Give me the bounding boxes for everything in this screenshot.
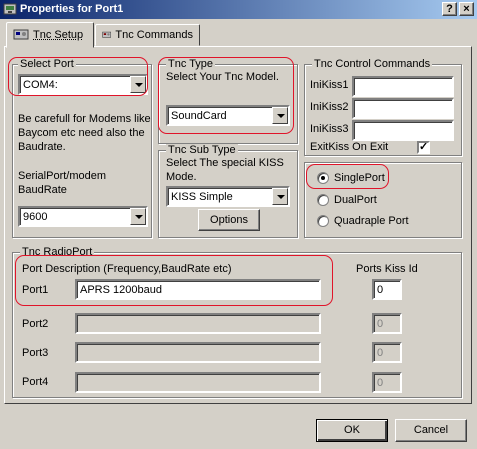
port1-description-field[interactable]: APRS 1200baud [75, 279, 321, 300]
chevron-down-icon[interactable] [272, 188, 288, 205]
port1-label: Port1 [22, 284, 49, 296]
port4-label: Port4 [22, 376, 49, 388]
inikiss3-label: IniKiss3 [310, 123, 349, 135]
inikiss1-field[interactable] [352, 76, 454, 97]
port2-label: Port2 [22, 318, 49, 330]
kiss-id-header: Ports Kiss Id [356, 263, 418, 275]
cancel-button[interactable]: Cancel [395, 419, 467, 442]
inikiss3-field[interactable] [352, 120, 454, 141]
baudrate-combo-value: 9600 [23, 211, 48, 223]
port-combo-value: COM4: [23, 79, 58, 91]
single-port-label: SinglePort [334, 172, 385, 184]
baud-label-line2: BaudRate [18, 184, 67, 196]
port-note-line2: Baycom etc need also the [18, 127, 145, 139]
select-port-legend: Select Port [18, 58, 76, 70]
chevron-down-icon[interactable] [130, 76, 146, 93]
inikiss2-label: IniKiss2 [310, 101, 349, 113]
tab-tnc-commands[interactable]: Tnc Commands [95, 24, 200, 46]
port2-description-field [75, 313, 321, 334]
exitkiss-label: ExitKiss On Exit [310, 141, 389, 153]
tab-tnc-setup-label: Tnc Setup [33, 29, 84, 41]
help-button[interactable]: ? [442, 2, 457, 16]
tnc-control-legend: Tnc Control Commands [312, 58, 433, 70]
tnc-sub-type-legend: Tnc Sub Type [166, 144, 238, 156]
ok-button[interactable]: OK [316, 419, 388, 442]
port3-kiss-id-field: 0 [372, 342, 402, 363]
tnc-sub-type-combo[interactable]: KISS Simple [166, 186, 290, 207]
radioport-legend: Tnc RadioPort [20, 246, 95, 258]
close-button[interactable]: × [459, 2, 474, 16]
port4-description-field [75, 372, 321, 393]
port-combo[interactable]: COM4: [18, 74, 148, 95]
quad-port-radio[interactable] [317, 215, 329, 227]
port4-kiss-id-field: 0 [372, 372, 402, 393]
quad-port-label: Quadraple Port [334, 215, 409, 227]
tnc-sub-type-prompt-line1: Select The special KISS [166, 157, 284, 169]
baudrate-combo[interactable]: 9600 [18, 206, 148, 227]
tnc-sub-type-prompt-line2: Mode. [166, 171, 197, 183]
chevron-down-icon[interactable] [130, 208, 146, 225]
port3-label: Port3 [22, 347, 49, 359]
exitkiss-checkbox[interactable]: ✓ [417, 141, 430, 154]
port-description-header: Port Description (Frequency,BaudRate etc… [22, 263, 232, 275]
port-note-line3: Baudrate. [18, 141, 66, 153]
port2-kiss-id-field: 0 [372, 313, 402, 334]
options-button[interactable]: Options [198, 209, 260, 231]
tnc-setup-icon [13, 29, 29, 40]
single-port-radio[interactable] [317, 172, 329, 184]
dual-port-label: DualPort [334, 194, 377, 206]
app-icon [3, 3, 17, 15]
chevron-down-icon[interactable] [272, 107, 288, 124]
tnc-type-combo[interactable]: SoundCard [166, 105, 290, 126]
dual-port-radio[interactable] [317, 194, 329, 206]
port3-description-field [75, 342, 321, 363]
tab-tnc-commands-label: Tnc Commands [115, 29, 193, 41]
tnc-type-combo-value: SoundCard [171, 110, 227, 122]
tnc-sub-type-combo-value: KISS Simple [171, 191, 233, 203]
window-title: Properties for Port1 [20, 3, 124, 15]
tnc-type-legend: Tnc Type [166, 58, 216, 70]
tab-tnc-setup[interactable]: Tnc Setup [6, 22, 94, 48]
inikiss2-field[interactable] [352, 98, 454, 119]
baud-label-line1: SerialPort/modem [18, 170, 107, 182]
tnc-type-prompt: Select Your Tnc Model. [166, 71, 279, 83]
tnc-commands-icon [102, 31, 112, 38]
inikiss1-label: IniKiss1 [310, 79, 349, 91]
port1-kiss-id-field[interactable]: 0 [372, 279, 402, 300]
port-note-line1: Be carefull for Modems like [18, 113, 151, 125]
